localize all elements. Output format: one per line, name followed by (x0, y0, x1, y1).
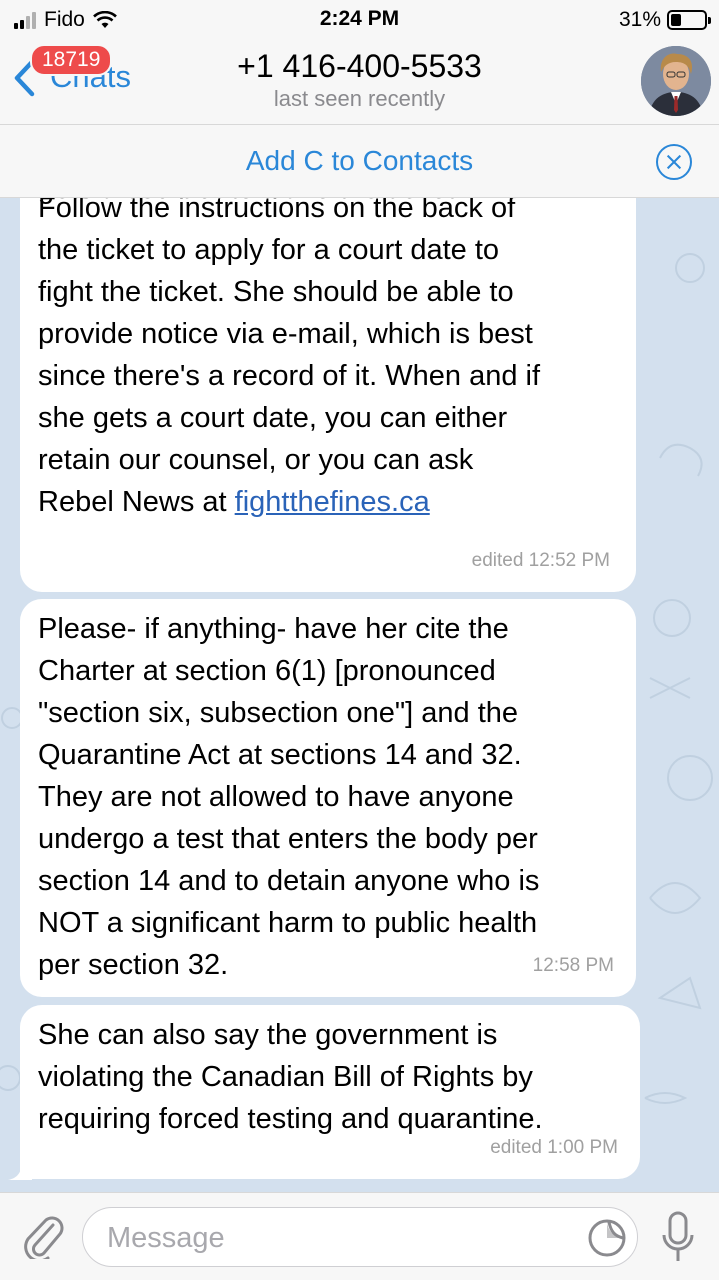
chat-header: Chats 18719 +1 416-400-5533 last seen re… (0, 40, 719, 124)
message-bubble[interactable]: Please- if anything- have her cite the C… (20, 599, 636, 997)
avatar-image (641, 46, 711, 116)
input-bar: Message (0, 1192, 719, 1280)
add-to-contacts-button[interactable]: Add C to Contacts (0, 145, 719, 177)
message-text: Please- if anything- have her cite the C… (38, 613, 540, 981)
bubble-tail (8, 1160, 32, 1180)
battery-icon (667, 10, 711, 30)
last-seen-status: last seen recently (273, 86, 446, 111)
status-right: 31% (618, 8, 711, 32)
close-icon[interactable] (656, 144, 692, 180)
sticker-icon[interactable] (587, 1218, 627, 1258)
message-list[interactable]: gets a court date. Take the ticket. Foll… (0, 198, 719, 1192)
message-timestamp: edited 1:00 PM (490, 1137, 618, 1158)
chat-title[interactable]: +1 416-400-5533 (0, 48, 719, 85)
message-timestamp: edited 12:52 PM (471, 550, 610, 571)
message-body: Follow the instructions on the back of t… (38, 198, 541, 518)
add-contact-bar: Add C to Contacts (0, 124, 719, 198)
message-timestamp: 12:58 PM (532, 955, 614, 976)
status-bar: Fido 2:24 PM 31% (0, 0, 719, 40)
mic-icon[interactable] (661, 1211, 695, 1265)
avatar[interactable] (641, 46, 711, 116)
attach-icon[interactable] (20, 1211, 64, 1259)
message-bubble[interactable]: She can also say the government is viola… (20, 1005, 640, 1179)
message-text: Follow the instructions on the back of t… (38, 198, 628, 523)
message-text: She can also say the government is viola… (38, 1019, 543, 1135)
message-input[interactable]: Message (82, 1207, 638, 1267)
battery-fill (671, 14, 681, 26)
message-link[interactable]: fightthefines.ca (235, 486, 430, 518)
battery-percent: 31% (618, 8, 661, 31)
message-placeholder: Message (107, 1222, 225, 1254)
status-time: 2:24 PM (319, 7, 400, 30)
message-bubble[interactable]: gets a court date. Take the ticket. Foll… (20, 198, 636, 592)
